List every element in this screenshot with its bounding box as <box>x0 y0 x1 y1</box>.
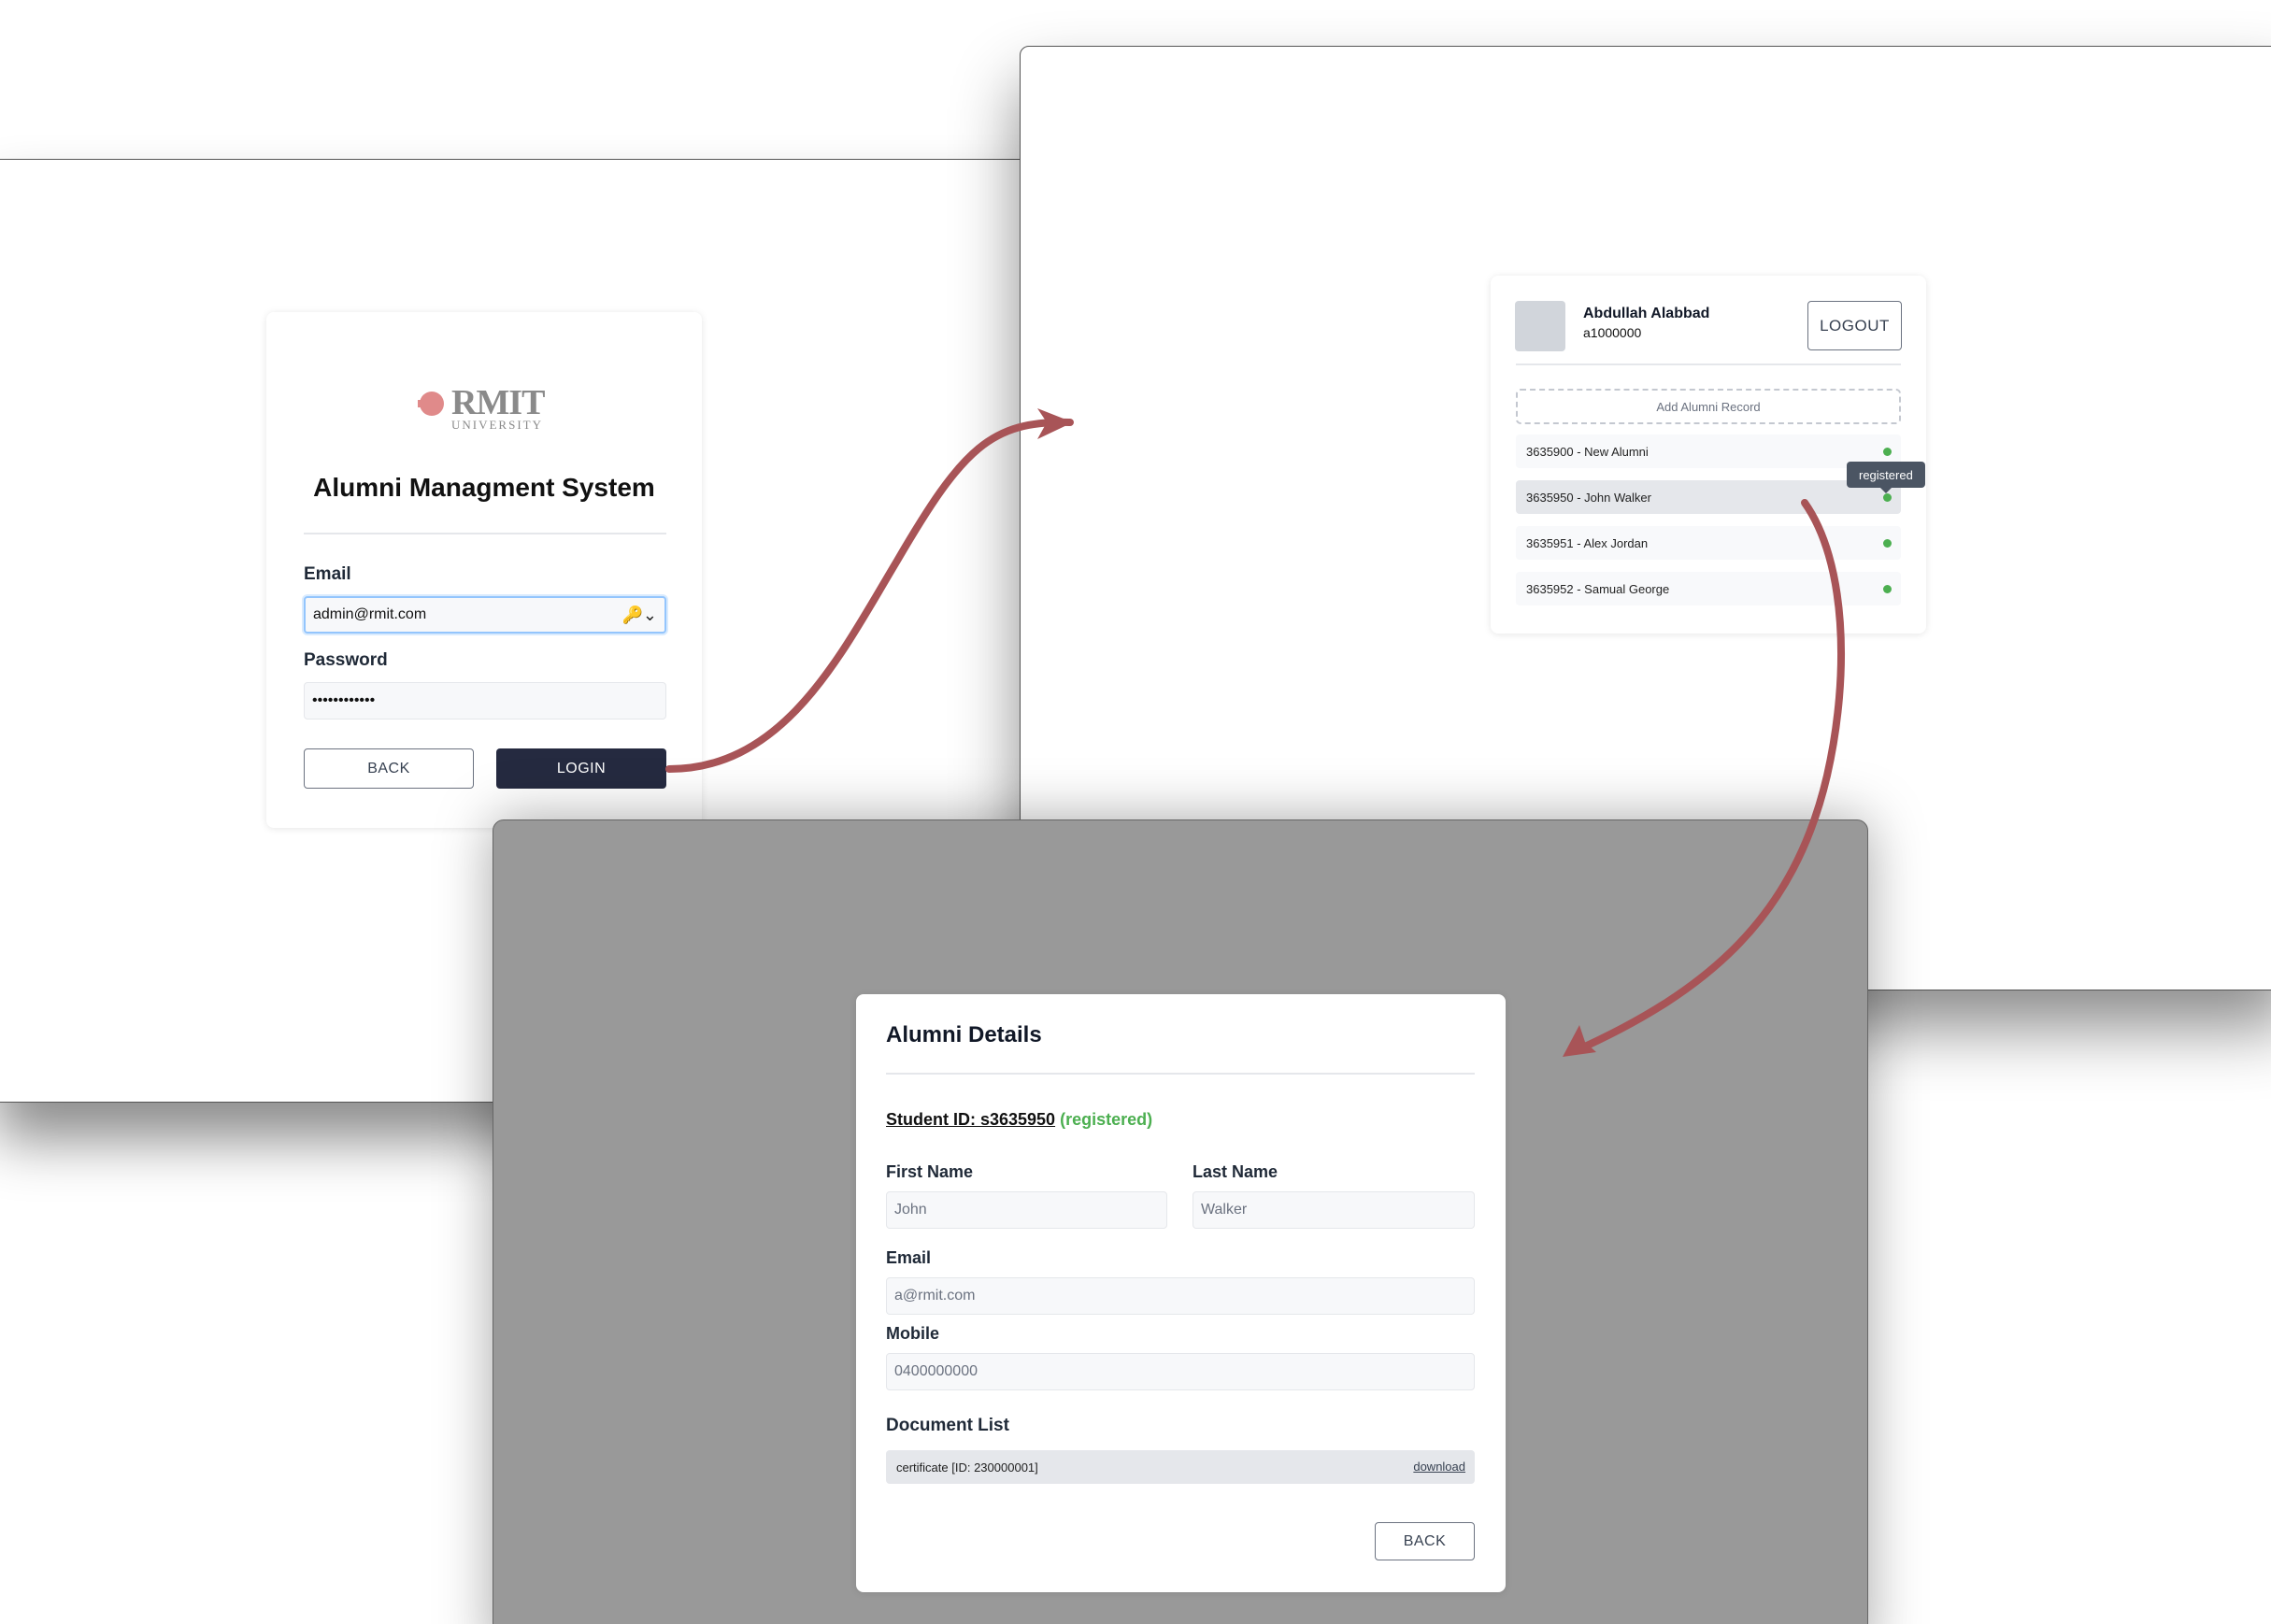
student-id-link[interactable]: Student ID: s3635950 <box>886 1110 1055 1129</box>
avatar <box>1515 301 1565 351</box>
back-button[interactable]: BACK <box>304 748 474 789</box>
first-name-value: John <box>894 1202 927 1218</box>
alumni-row-selected[interactable]: 3635950 - John Walker <box>1516 480 1901 514</box>
login-button[interactable]: LOGIN <box>496 748 666 789</box>
first-name-field[interactable]: John <box>886 1191 1167 1229</box>
first-name-label: First Name <box>886 1162 974 1181</box>
back-button[interactable]: BACK <box>1375 1522 1475 1560</box>
user-name: Abdullah Alabbad <box>1583 306 1710 321</box>
logo-subtext: UNIVERSITY <box>451 418 543 432</box>
alumni-row[interactable]: 3635951 - Alex Jordan <box>1516 526 1901 560</box>
status-tooltip: registered <box>1847 462 1925 493</box>
logout-button[interactable]: LOGOUT <box>1807 301 1902 350</box>
alumni-row-label: 3635952 - Samual George <box>1526 581 1670 596</box>
flow-canvas: RMIT UNIVERSITY Alumni Managment System … <box>0 0 2271 1624</box>
document-name: certificate [ID: 230000001] <box>896 1460 1038 1474</box>
mobile-value: 0400000000 <box>894 1363 978 1379</box>
details-title: Alumni Details <box>886 1022 1042 1047</box>
tooltip-text: registered <box>1859 467 1913 482</box>
user-id: a1000000 <box>1583 325 1642 340</box>
last-name-value: Walker <box>1201 1202 1248 1218</box>
alumni-row[interactable]: 3635900 - New Alumni <box>1516 434 1901 468</box>
email-value: admin@rmit.com <box>313 606 427 622</box>
alumni-details-card: Alumni Details Student ID: s3635950 (reg… <box>856 994 1506 1592</box>
mobile-field[interactable]: 0400000000 <box>886 1353 1475 1390</box>
registration-status: (registered) <box>1060 1110 1153 1129</box>
title-divider <box>304 533 666 534</box>
alumni-row-label: 3635951 - Alex Jordan <box>1526 535 1649 550</box>
rmit-logo: RMIT UNIVERSITY <box>418 384 558 433</box>
password-label: Password <box>304 650 388 670</box>
email-label: Email <box>304 564 351 584</box>
mobile-label: Mobile <box>886 1324 939 1343</box>
last-name-field[interactable]: Walker <box>1193 1191 1475 1229</box>
login-card: RMIT UNIVERSITY Alumni Managment System … <box>266 312 702 828</box>
alumni-list-card: Abdullah Alabbad a1000000 LOGOUT Add Alu… <box>1491 276 1926 634</box>
details-divider <box>886 1073 1475 1075</box>
password-value: •••••••••••• <box>312 692 376 708</box>
tooltip-pointer <box>1879 488 1892 493</box>
key-icon[interactable]: 🔑⌄ <box>622 605 658 625</box>
status-dot <box>1883 448 1892 456</box>
status-dot <box>1883 585 1892 593</box>
email-label: Email <box>886 1248 932 1267</box>
alumni-row-label: 3635900 - New Alumni <box>1526 444 1649 459</box>
student-id: Student ID: s3635950 (registered) <box>886 1110 1152 1130</box>
status-dot <box>1883 539 1892 548</box>
alumni-row-label: 3635950 - John Walker <box>1526 490 1651 505</box>
header-divider <box>1516 363 1901 365</box>
rmit-seal-icon <box>418 392 444 416</box>
page-title: Alumni Managment System <box>313 473 655 502</box>
status-dot <box>1883 493 1892 502</box>
add-alumni-record-button[interactable]: Add Alumni Record <box>1516 389 1901 424</box>
document-row: certificate [ID: 230000001] download <box>886 1450 1475 1484</box>
email-field[interactable]: a@rmit.com <box>886 1277 1475 1315</box>
logo-wordmark: RMIT <box>451 383 545 422</box>
last-name-label: Last Name <box>1193 1162 1278 1181</box>
password-field[interactable]: •••••••••••• <box>304 682 666 719</box>
alumni-row[interactable]: 3635952 - Samual George <box>1516 572 1901 605</box>
email-field[interactable]: admin@rmit.com 🔑⌄ <box>304 596 666 634</box>
email-value: a@rmit.com <box>894 1288 976 1303</box>
download-link[interactable]: download <box>1413 1460 1465 1474</box>
details-modal-window: Alumni Details Student ID: s3635950 (reg… <box>493 819 1868 1624</box>
document-list-label: Document List <box>886 1416 1009 1435</box>
